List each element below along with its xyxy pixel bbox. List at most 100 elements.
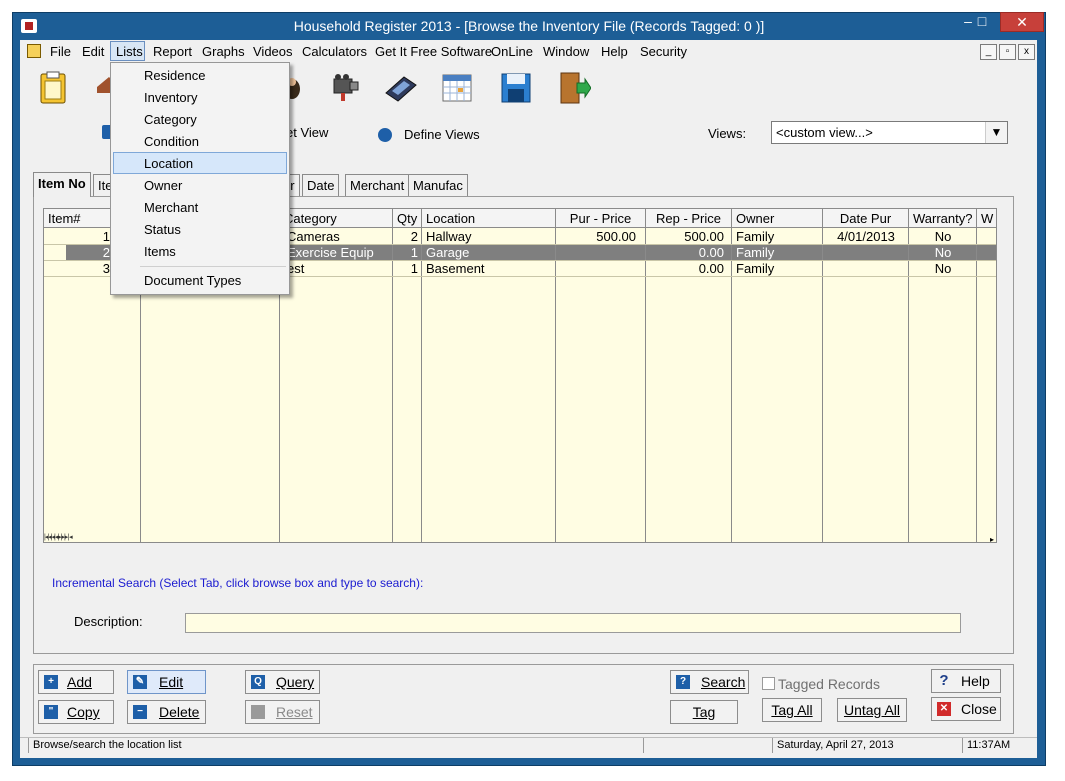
query-icon: Q — [251, 675, 265, 689]
menu-item-residence[interactable]: Residence — [144, 68, 205, 83]
menu-hover-highlight — [113, 152, 287, 174]
menu-window[interactable]: Window — [543, 44, 589, 59]
mdi-minimize-icon[interactable]: _ — [980, 44, 997, 60]
menu-online[interactable]: OnLine — [491, 44, 533, 59]
menu-item-document-types[interactable]: Document Types — [144, 273, 241, 288]
incremental-search-hint: Incremental Search (Select Tab, click br… — [52, 576, 424, 590]
column-header-w[interactable]: W — [977, 209, 996, 228]
query-button[interactable]: Q Query — [245, 670, 320, 694]
description-search-input[interactable] — [185, 613, 961, 633]
untag-all-button[interactable]: Untag All — [837, 698, 907, 722]
menu-item-condition[interactable]: Condition — [144, 134, 199, 149]
help-button[interactable]: ? Help — [931, 669, 1001, 693]
column-header-pur-price[interactable]: Pur - Price — [556, 209, 646, 228]
cell-qty: 1 — [410, 261, 418, 276]
tagged-records-checkbox[interactable] — [762, 677, 775, 690]
query-button-label: Query — [276, 674, 315, 690]
cell-location: Garage — [426, 245, 470, 260]
menu-item-status[interactable]: Status — [144, 222, 181, 237]
cell-category: est — [287, 261, 305, 276]
column-header-owner[interactable]: Owner — [732, 209, 823, 228]
chevron-down-icon[interactable]: ▼ — [985, 122, 1007, 143]
tab-manufacturer[interactable]: Manufac — [408, 174, 468, 196]
cell-location: Hallway — [426, 229, 472, 244]
column-header-date-pur[interactable]: Date Pur — [823, 209, 909, 228]
scroll-right-icon[interactable]: ▸ — [990, 535, 994, 544]
calculator-icon[interactable] — [384, 71, 418, 105]
delete-button-label: Delete — [159, 704, 200, 720]
menu-get-it-free-software[interactable]: Get It Free Software — [375, 44, 492, 59]
add-button-label: Add — [67, 674, 92, 690]
cell-rep-price: 500.00 — [684, 229, 724, 244]
menu-item-inventory[interactable]: Inventory — [144, 90, 197, 105]
clipboard-icon[interactable] — [37, 71, 71, 105]
cell-warranty: No — [934, 245, 952, 260]
menu-item-merchant[interactable]: Merchant — [144, 200, 198, 215]
cell-item-number: 1 — [102, 229, 110, 244]
exit-door-icon[interactable] — [557, 71, 592, 105]
set-view-label[interactable]: et View — [286, 125, 328, 140]
help-button-label: Help — [961, 673, 990, 689]
menu-graphs[interactable]: Graphs — [202, 44, 245, 59]
question-icon: ? — [676, 675, 690, 689]
grid-navigation-icon[interactable]: |◂|◂|◂|◂|▸|▸|▸| ◂ — [44, 533, 134, 542]
menu-item-items[interactable]: Items — [144, 244, 176, 259]
menu-security[interactable]: Security — [640, 44, 687, 59]
delete-button[interactable]: − Delete — [127, 700, 206, 724]
cell-rep-price: 0.00 — [698, 261, 724, 276]
column-header-location[interactable]: Location — [422, 209, 556, 228]
copy-button-label: Copy — [67, 704, 100, 720]
menu-separator — [140, 266, 286, 267]
tab-merchant[interactable]: Merchant — [345, 174, 410, 196]
close-button[interactable]: ✕ Close — [931, 697, 1001, 721]
tag-button-label: Tag — [692, 704, 716, 720]
video-camera-icon[interactable] — [328, 71, 362, 105]
pencil-icon: ✎ — [133, 675, 147, 689]
menu-item-category[interactable]: Category — [144, 112, 197, 127]
cell-owner: Family — [736, 261, 775, 276]
close-window-icon[interactable]: ✕ — [1000, 12, 1044, 32]
tab-item-no[interactable]: Item No — [33, 172, 91, 197]
lists-dropdown-menu — [110, 62, 290, 295]
description-label: Description: — [74, 614, 143, 629]
search-button[interactable]: ? Search — [670, 670, 749, 694]
menu-edit[interactable]: Edit — [82, 44, 104, 59]
reset-button-label: Reset — [276, 704, 313, 720]
maximize-icon[interactable]: □ — [970, 12, 994, 32]
cell-location: Basement — [426, 261, 485, 276]
calendar-icon[interactable] — [440, 71, 474, 105]
menu-videos[interactable]: Videos — [253, 44, 293, 59]
menu-lists[interactable]: Lists — [116, 44, 143, 59]
menu-report[interactable]: Report — [153, 44, 192, 59]
define-views-button[interactable]: Define Views — [404, 127, 480, 142]
tag-all-button[interactable]: Tag All — [762, 698, 822, 722]
add-button[interactable]: + Add — [38, 670, 114, 694]
menu-file[interactable]: File — [50, 44, 71, 59]
globe-icon[interactable] — [378, 128, 392, 142]
column-header-warranty[interactable]: Warranty? — [909, 209, 977, 228]
cell-category: Exercise Equip — [287, 245, 374, 260]
menu-calculators[interactable]: Calculators — [302, 44, 367, 59]
save-disk-icon[interactable] — [499, 71, 533, 105]
column-header-rep-price[interactable]: Rep - Price — [646, 209, 732, 228]
document-icon[interactable] — [27, 44, 41, 58]
cell-item-number: 3 — [102, 261, 110, 276]
views-select-value: <custom view...> — [776, 125, 873, 140]
menu-help[interactable]: Help — [601, 44, 628, 59]
cell-pur-price — [556, 261, 640, 277]
cell-date-pur: 4/01/2013 — [837, 229, 895, 244]
tag-button[interactable]: Tag — [670, 700, 738, 724]
reset-button[interactable]: Reset — [245, 700, 320, 724]
copy-button[interactable]: " Copy — [38, 700, 114, 724]
edit-button[interactable]: ✎ Edit — [127, 670, 206, 694]
minus-icon: − — [133, 705, 147, 719]
menu-item-owner[interactable]: Owner — [144, 178, 182, 193]
menu-item-location[interactable]: Location — [144, 156, 193, 171]
column-header-qty[interactable]: Qty — [393, 209, 422, 228]
tag-all-button-label: Tag All — [771, 702, 813, 718]
untag-all-button-label: Untag All — [843, 702, 901, 718]
mdi-close-icon[interactable]: x — [1018, 44, 1035, 60]
tab-date[interactable]: Date — [302, 174, 340, 196]
mdi-restore-icon[interactable]: ▫ — [999, 44, 1016, 60]
column-header-category[interactable]: Category — [280, 209, 393, 228]
